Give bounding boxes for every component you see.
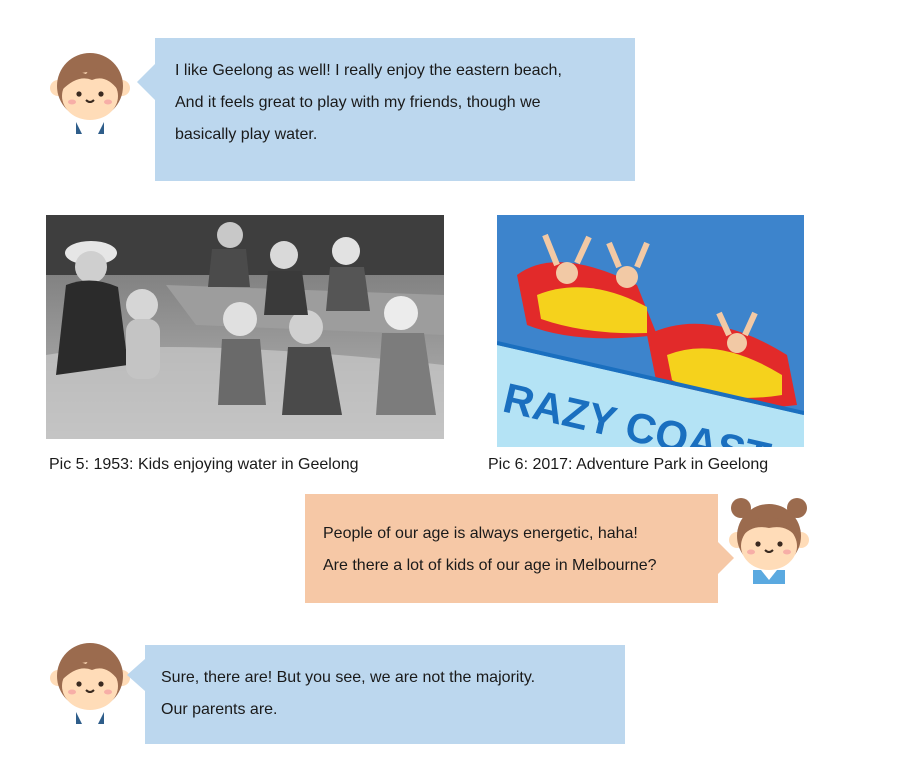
speech-bubble-boy-1: I like Geelong as well! I really enjoy t…: [137, 38, 635, 181]
photo-adventure-park-2017: RAZY COAST: [497, 215, 804, 447]
boy-avatar: [50, 643, 130, 724]
dialogue-line: Our parents are.: [161, 701, 278, 718]
dialogue-line: Are there a lot of kids of our age in Me…: [323, 557, 657, 574]
dialogue-line: Sure, there are! But you see, we are not…: [161, 669, 536, 686]
dialogue-line: And it feels great to play with my frien…: [175, 94, 541, 111]
dialogue-line: People of our age is always energetic, h…: [323, 525, 638, 542]
dialogue-line: basically play water.: [175, 126, 318, 143]
speech-bubble-girl: People of our age is always energetic, h…: [305, 494, 734, 603]
boy-avatar: [50, 53, 130, 134]
photo-caption: Pic 6: 2017: Adventure Park in Geelong: [488, 456, 769, 473]
dialogue-line: I like Geelong as well! I really enjoy t…: [175, 62, 562, 79]
speech-bubble-boy-2: Sure, there are! But you see, we are not…: [127, 645, 625, 744]
photo-caption: Pic 5: 1953: Kids enjoying water in Geel…: [49, 456, 359, 473]
girl-avatar: [729, 498, 809, 584]
photo-kids-1953: [46, 215, 444, 439]
